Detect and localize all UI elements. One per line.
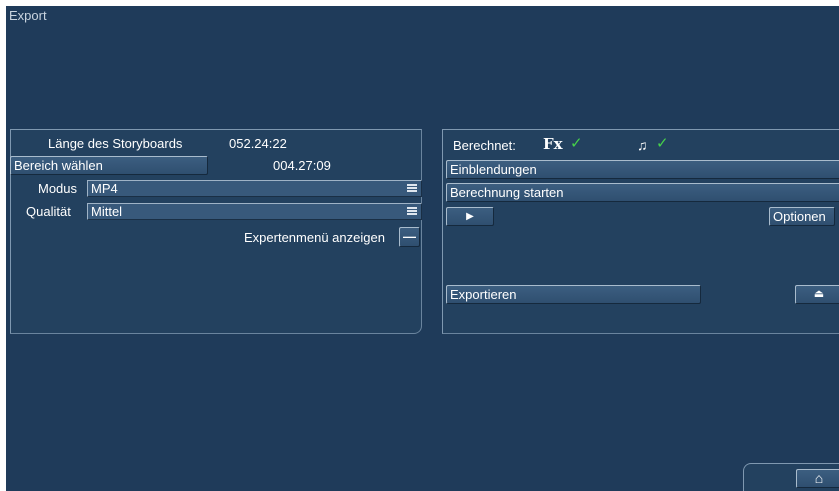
quality-select-value: Mittel [91,204,123,219]
eject-button[interactable]: ⏏ [795,285,839,304]
expert-menu-label: Expertenmenü anzeigen [244,230,385,245]
audio-check-icon: ✓ [656,135,669,152]
expert-menu-toggle-button[interactable]: — [399,227,420,247]
storyboard-length-value: 052.24:22 [229,136,287,151]
navigation-tab: ⌂ [743,463,839,491]
screen-title: Export [9,8,47,23]
mode-label: Modus [38,181,78,196]
range-duration-value: 004.27:09 [273,158,331,173]
effects-check-icon: ✓ [570,135,583,152]
options-button[interactable]: Optionen [769,207,835,226]
export-settings-panel: Länge des Storyboards 052.24:22 Bereich … [10,129,422,334]
list-menu-icon [407,207,417,215]
quality-select[interactable]: Mittel [87,203,422,220]
quality-label: Qualität [26,204,71,219]
mode-select-value: MP4 [91,181,118,196]
storyboard-length-label: Länge des Storyboards [48,136,183,151]
render-panel: Berechnet: Fx ✓ ♫ ✓ Einblendungen Berech… [442,129,839,334]
export-screen: Export Länge des Storyboards 052.24:22 B… [6,6,839,491]
export-button[interactable]: Exportieren [446,285,701,304]
home-button[interactable]: ⌂ [796,469,839,488]
select-range-button[interactable]: Bereich wählen [10,156,208,175]
mode-select[interactable]: MP4 [87,180,422,197]
overlays-button[interactable]: Einblendungen [446,160,839,179]
start-render-button[interactable]: Berechnung starten [446,183,839,202]
computed-label: Berechnet: [453,138,516,153]
list-menu-icon [407,184,417,192]
audio-note-icon: ♫ [637,137,648,153]
effects-fx-icon: Fx [543,135,563,153]
play-button[interactable]: ▶ [446,207,494,226]
